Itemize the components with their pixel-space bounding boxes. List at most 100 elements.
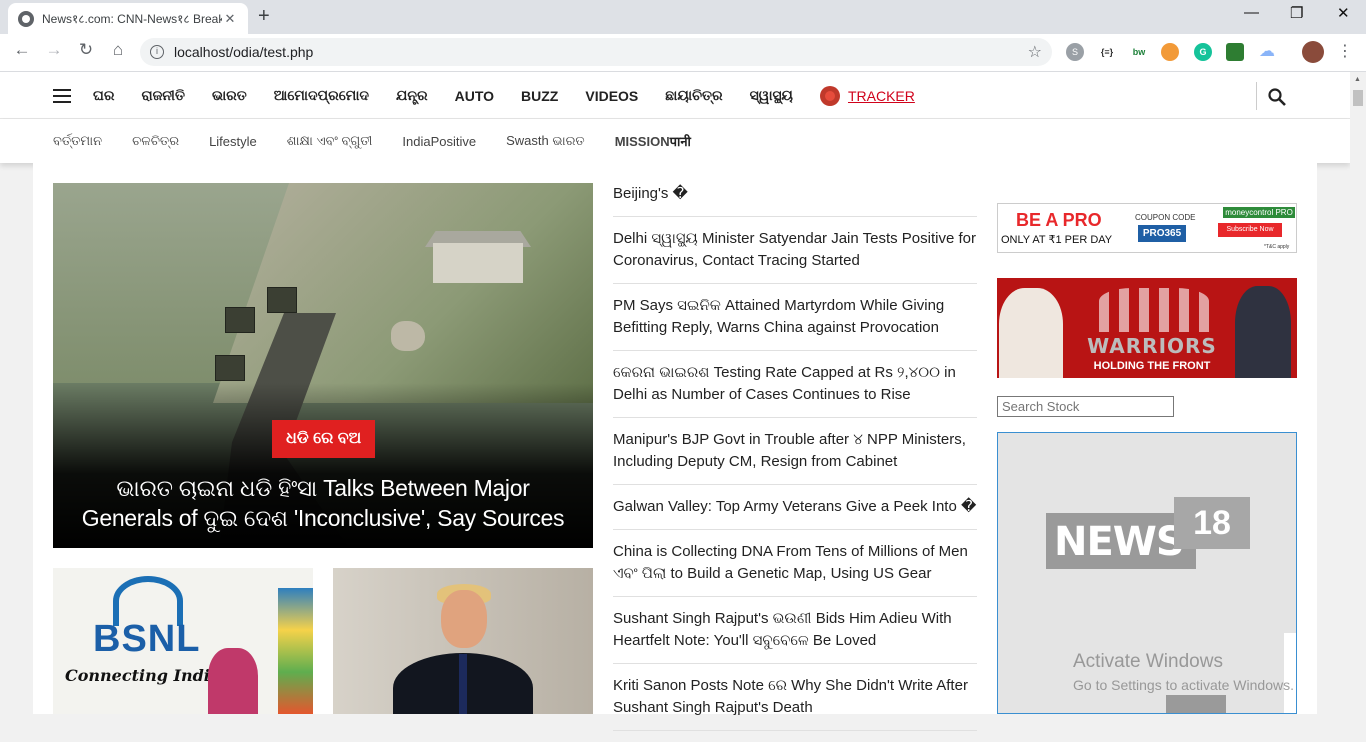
thumbnail-person-tie bbox=[459, 654, 467, 714]
ad-brand: moneycontrol PRO bbox=[1223, 207, 1295, 218]
news-list: Beijing's � Delhi ସ୍ୱାସ୍ଥ୍ୟ Minister Sat… bbox=[613, 183, 977, 742]
coronavirus-icon bbox=[819, 85, 840, 106]
hero-image-truck bbox=[267, 287, 297, 313]
moneycontrol-ad[interactable]: BE A PRO ONLY AT ₹1 PER DAY COUPON CODE … bbox=[997, 203, 1297, 253]
subnav-item-lifestyle[interactable]: Lifestyle bbox=[209, 134, 257, 149]
bw-icon[interactable]: bw bbox=[1130, 43, 1148, 61]
forward-icon[interactable]: → bbox=[42, 40, 66, 60]
thumbnail-shelf bbox=[278, 588, 313, 714]
site-info-icon[interactable]: i bbox=[150, 45, 164, 59]
reload-icon[interactable]: ↻ bbox=[74, 40, 98, 60]
ad-headline: BE A PRO bbox=[1016, 210, 1102, 230]
ad-illustration bbox=[1099, 288, 1209, 332]
json-formatter-icon[interactable]: {≡} bbox=[1098, 43, 1116, 61]
main-nav: ଘର ରାଜନୀତି ଭାରତ ଆମୋଦପ୍ରମୋଦ ଯନ୍ତ୍ର AUTO B… bbox=[93, 72, 942, 119]
list-item: Sushant Singh Rajput's ଭଉଣୀ Bids Him Adi… bbox=[613, 608, 977, 664]
hero-image-truck bbox=[215, 355, 245, 381]
news-link[interactable]: Beijing's � bbox=[613, 183, 977, 205]
bookmark-star-icon[interactable]: ☆ bbox=[1028, 42, 1042, 62]
cloud-icon[interactable]: ☁ bbox=[1258, 43, 1276, 61]
search-icon[interactable] bbox=[1268, 88, 1286, 106]
nav-item-auto[interactable]: AUTO bbox=[455, 88, 494, 104]
browser-tab[interactable]: News१८.com: CNN-News१८ Breaking News Ind… bbox=[8, 3, 248, 34]
news-link[interactable]: Galwan Valley: Top Army Veterans Give a … bbox=[613, 496, 977, 518]
tracker-link[interactable]: TRACKER bbox=[819, 85, 915, 106]
news-link[interactable]: China is Collecting DNA From Tens of Mil… bbox=[613, 541, 977, 585]
hamburger-menu-icon[interactable] bbox=[53, 89, 71, 103]
minimize-button[interactable]: — bbox=[1244, 4, 1259, 21]
nav-item-india[interactable]: ଭାରତ bbox=[212, 87, 247, 104]
list-item: Galwan Valley: Top Army Veterans Give a … bbox=[613, 496, 977, 530]
profile-avatar[interactable] bbox=[1302, 41, 1324, 63]
windows-activation-hint: Go to Settings to activate Windows. bbox=[1073, 677, 1294, 693]
scroll-up-icon[interactable]: ▲ bbox=[1354, 76, 1361, 83]
skype-icon[interactable]: S bbox=[1066, 43, 1084, 61]
nav-item-politics[interactable]: ରାଜନୀତି bbox=[141, 87, 184, 104]
hero-headline[interactable]: ଭାରତ ଚାଇନା ଧଡି ହିଂସା Talks Between Major… bbox=[73, 473, 573, 533]
warriors-ad[interactable]: WARRIORS HOLDING THE FRONT bbox=[997, 278, 1297, 378]
address-bar[interactable]: i localhost/odia/test.php ☆ bbox=[140, 38, 1052, 66]
ad-person-left bbox=[999, 288, 1063, 378]
menu-dots-icon[interactable]: ⋮ bbox=[1336, 43, 1354, 61]
news-link[interactable]: କେରନା ଭାଇରଶ Testing Rate Capped at Rs ୨,… bbox=[613, 362, 977, 406]
back-icon[interactable]: ← bbox=[10, 40, 34, 60]
scrollbar-thumb[interactable] bbox=[1353, 90, 1363, 106]
ad-subscribe-button[interactable]: Subscribe Now bbox=[1218, 223, 1282, 237]
trump-story-thumbnail[interactable] bbox=[333, 568, 593, 714]
list-item: କେରନା ଭାଇରଶ Testing Rate Capped at Rs ୨,… bbox=[613, 362, 977, 418]
mission-suffix: पानी bbox=[669, 134, 691, 149]
subnav-item-education[interactable]: ଶାକ୍ଷା ଏବଂ ବ୍ଗୁତୀ bbox=[287, 133, 373, 149]
ad-terms: *T&C apply bbox=[1264, 244, 1290, 250]
ad-subtitle: HOLDING THE FRONT bbox=[1093, 360, 1211, 372]
nav-item-videos[interactable]: VIDEOS bbox=[585, 88, 638, 104]
news-link[interactable]: PM Says ସଇନିକ Attained Martyrdom While G… bbox=[613, 295, 977, 339]
hero-image-hut bbox=[433, 243, 523, 283]
globe-icon bbox=[18, 10, 34, 27]
bsnl-logo-text: BSNL bbox=[93, 618, 201, 660]
close-window-button[interactable]: ✕ bbox=[1337, 4, 1350, 22]
news-link[interactable]: Manipur's BJP Govt in Trouble after ୪ NP… bbox=[613, 429, 977, 473]
subnav-item-movies[interactable]: ଚଳଚିତ୍ର bbox=[132, 133, 179, 149]
restore-button[interactable]: ❐ bbox=[1290, 4, 1303, 22]
mission-paani-link[interactable]: MISSIONपानी bbox=[615, 132, 691, 150]
url-text[interactable]: localhost/odia/test.php bbox=[174, 44, 1028, 60]
nav-item-home[interactable]: ଘର bbox=[93, 87, 114, 104]
site-header: ଘର ରାଜନୀତି ଭାରତ ଆମୋଦପ୍ରମୋଦ ଯନ୍ତ୍ର AUTO B… bbox=[0, 72, 1350, 119]
ad-title: WARRIORS bbox=[1087, 334, 1217, 358]
subnav-item-indiapositive[interactable]: IndiaPositive bbox=[402, 134, 476, 149]
list-item: PM Says ସଇନିକ Attained Martyrdom While G… bbox=[613, 295, 977, 351]
list-item: China is Collecting DNA From Tens of Mil… bbox=[613, 541, 977, 597]
mission-label: MISSION bbox=[614, 134, 670, 149]
nav-item-buzz[interactable]: BUZZ bbox=[521, 88, 558, 104]
subnav-item-swasth-bharat[interactable]: Swasth ଭାରତ bbox=[506, 133, 585, 149]
sub-nav: ବର୍ତ୍ତମାନ ଚଳଚିତ୍ର Lifestyle ଶାକ୍ଷା ଏବଂ ବ… bbox=[0, 119, 1350, 163]
list-item: Delhi ସ୍ୱାସ୍ଥ୍ୟ Minister Satyendar Jain … bbox=[613, 228, 977, 284]
bsnl-story-thumbnail[interactable]: BSNL Connecting India bbox=[53, 568, 313, 714]
tab-title: News१८.com: CNN-News१८ Breaking News Ind… bbox=[42, 12, 222, 26]
hero-category-badge[interactable]: ଧଡି ରେ ବଅ bbox=[272, 420, 376, 458]
news-link[interactable]: Kriti Sanon Posts Note ରେ Why She Didn't… bbox=[613, 675, 977, 719]
header-divider bbox=[1256, 82, 1257, 110]
nav-item-tech[interactable]: ଯନ୍ତ୍ର bbox=[396, 87, 428, 104]
stock-search-input[interactable] bbox=[997, 396, 1174, 417]
new-tab-button[interactable]: + bbox=[258, 5, 270, 28]
ad-coupon-label: COUPON CODE bbox=[1135, 213, 1196, 222]
fox-icon[interactable] bbox=[1161, 43, 1179, 61]
tab-close-button[interactable]: ✕ bbox=[222, 11, 238, 27]
grammarly-icon[interactable]: G bbox=[1194, 43, 1212, 61]
news18-logo-text: NEWS bbox=[1054, 519, 1185, 565]
news-link[interactable]: Sushant Singh Rajput's ଭଉଣୀ Bids Him Adi… bbox=[613, 608, 977, 652]
home-icon[interactable]: ⌂ bbox=[106, 40, 130, 60]
hero-story[interactable]: ଧଡି ରେ ବଅ ଭାରତ ଚାଇନା ଧଡି ହିଂସା Talks Bet… bbox=[53, 183, 593, 548]
hero-image-boulder bbox=[391, 321, 425, 351]
subnav-item-now[interactable]: ବର୍ତ୍ତମାନ bbox=[53, 133, 102, 149]
tracker-label: TRACKER bbox=[847, 87, 915, 104]
ad-edge bbox=[1284, 633, 1296, 713]
nav-item-photos[interactable]: ଛାୟାଚିତ୍ର bbox=[665, 87, 722, 104]
download-icon[interactable] bbox=[1226, 43, 1244, 61]
news-link[interactable]: Delhi ସ୍ୱାସ୍ଥ୍ୟ Minister Satyendar Jain … bbox=[613, 228, 977, 272]
page-scrollbar[interactable]: ▲ bbox=[1350, 72, 1366, 714]
nav-item-entertainment[interactable]: ଆମୋଦପ୍ରମୋଦ bbox=[274, 87, 369, 104]
nav-item-health[interactable]: ସ୍ୱାସ୍ଥ୍ୟ bbox=[750, 87, 793, 104]
thumbnail-person-face bbox=[441, 590, 487, 648]
